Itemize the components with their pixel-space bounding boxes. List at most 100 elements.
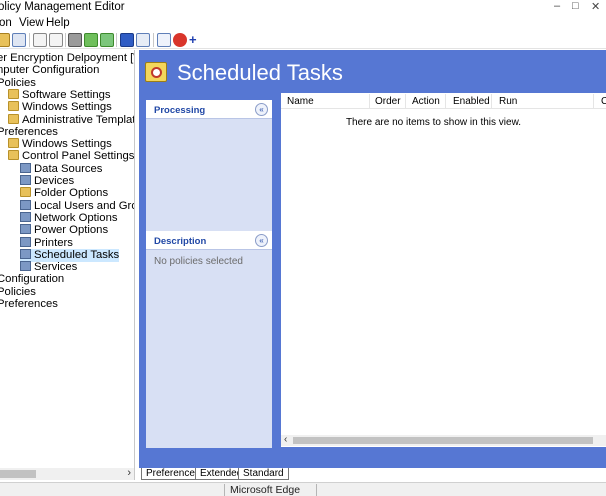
tree-item-label: Data Sources [34, 162, 103, 175]
tree-item-label: Printers [34, 236, 73, 249]
tree-item-label: Administrative Templates: Policy d [22, 113, 134, 126]
settings-item-icon [20, 248, 31, 259]
tree-item-label: Windows Settings [22, 138, 112, 151]
tree-item[interactable]: Policies [0, 77, 36, 90]
column-header-action[interactable]: Action [412, 96, 440, 107]
tree-item-label: Configuration [0, 273, 65, 286]
column-header-c[interactable]: C [601, 96, 606, 107]
console-tree-icon[interactable] [12, 33, 26, 47]
window-controls: – □ ✕ [546, 0, 606, 14]
menu-action[interactable]: on [0, 17, 12, 29]
tree-item[interactable]: Windows Settings [8, 101, 112, 114]
column-header-order[interactable]: Order [375, 96, 401, 107]
collapse-chevron-icon[interactable]: « [255, 234, 268, 247]
tree-item[interactable]: Administrative Templates: Policy d [8, 113, 134, 127]
column-header-name[interactable]: Name [287, 96, 314, 107]
description-panel-header: Description « [146, 231, 272, 250]
tree-item[interactable]: Printers [20, 236, 73, 250]
folder-icon[interactable] [0, 33, 10, 47]
list-header: Name Order Action Enabled Run C [281, 93, 606, 109]
title-bar: olicy Management Editor – □ ✕ [0, 0, 606, 16]
tree-item[interactable]: Power Options [20, 224, 108, 237]
details-pane: Scheduled Tasks Processing « Description… [139, 50, 606, 468]
new-icon[interactable] [157, 33, 171, 47]
tree-item-label: Scheduled Tasks [34, 248, 120, 261]
folder-icon [20, 187, 31, 198]
tree-item-label: Windows Settings [22, 101, 112, 114]
tree-item-label: Folder Options [34, 187, 109, 200]
items-list[interactable]: Name Order Action Enabled Run C There ar… [281, 93, 606, 447]
toolbar: + [0, 31, 606, 49]
tree-item-label: Software Settings [22, 88, 111, 101]
processing-panel-title: Processing [154, 105, 206, 116]
tree-item-label: Policies [0, 76, 36, 89]
folder-icon [8, 101, 19, 112]
tree-item[interactable]: Preferences [0, 126, 58, 139]
add-icon[interactable]: + [189, 33, 203, 47]
column-header-run[interactable]: Run [499, 96, 517, 107]
scroll-thumb[interactable] [293, 437, 593, 444]
tree-item[interactable]: Control Panel Settings [8, 150, 134, 163]
copy-icon[interactable] [33, 33, 47, 47]
tree-item[interactable]: Folder Options [20, 187, 108, 200]
delete-icon[interactable] [173, 33, 187, 47]
details-title: Scheduled Tasks [177, 60, 343, 85]
status-separator [316, 484, 317, 496]
export-icon[interactable] [100, 33, 114, 47]
tree-item[interactable]: Policies [0, 286, 36, 299]
settings-item-icon [20, 162, 31, 173]
empty-list-message: There are no items to show in this view. [345, 117, 522, 128]
tree-item-label: Power Options [34, 224, 109, 237]
tree-item[interactable]: Preferences [0, 298, 58, 311]
tree-item[interactable]: Scheduled Tasks [20, 248, 120, 262]
tree-item-label: Control Panel Settings [22, 150, 134, 163]
status-bar: Microsoft Edge [0, 482, 606, 496]
pane-splitter[interactable] [134, 50, 135, 480]
tree-item[interactable]: Software Settings [8, 88, 111, 102]
tree-item[interactable]: Configuration [0, 273, 64, 286]
scroll-thumb[interactable] [0, 470, 36, 478]
restore-button[interactable]: □ [572, 0, 579, 12]
tree-item[interactable]: nputer Configuration [0, 64, 99, 77]
tree-item[interactable]: Network Options [20, 211, 118, 225]
minimize-button[interactable]: – [554, 0, 560, 12]
tree-item[interactable]: Local Users and Groups [20, 199, 134, 213]
description-text: No policies selected [154, 256, 243, 267]
menu-help[interactable]: Help [46, 17, 70, 29]
tree-item[interactable]: er Encryption Delpoyment [WIN-MBS [0, 52, 134, 65]
scroll-left-icon[interactable]: ‹ [284, 434, 287, 445]
description-panel-title: Description [154, 236, 207, 247]
folder-icon [8, 113, 19, 124]
scroll-right-icon[interactable]: › [127, 467, 131, 479]
list-horizontal-scrollbar[interactable]: ‹ [281, 434, 606, 446]
help-icon[interactable] [120, 33, 134, 47]
tree-horizontal-scrollbar[interactable]: › [0, 467, 134, 480]
settings-item-icon [20, 236, 31, 247]
refresh-icon[interactable] [84, 33, 98, 47]
tree-item-label: nputer Configuration [0, 64, 100, 77]
toolbar-separator [116, 33, 117, 47]
print-icon[interactable] [68, 33, 82, 47]
tree-item[interactable]: Windows Settings [8, 138, 112, 151]
toolbar-separator [29, 33, 30, 47]
tree-item[interactable]: Devices [20, 175, 74, 188]
tree-item-label: Preferences [0, 298, 58, 310]
settings-item-icon [20, 211, 31, 222]
toolbar-separator [65, 33, 66, 47]
description-panel: Description « No policies selected [146, 231, 272, 448]
status-text: Microsoft Edge [230, 484, 301, 496]
view-tabs: Preferences Extended Standard [139, 468, 606, 481]
settings-item-icon [20, 199, 31, 210]
paste-icon[interactable] [49, 33, 63, 47]
collapse-chevron-icon[interactable]: « [255, 103, 268, 116]
tree-item[interactable]: Services [20, 261, 77, 274]
processing-panel-header: Processing « [146, 100, 272, 119]
column-header-enabled[interactable]: Enabled [453, 96, 490, 107]
folder-icon [8, 88, 19, 99]
tab-standard[interactable]: Standard [238, 468, 289, 480]
tree-item[interactable]: Data Sources [20, 162, 103, 176]
properties-icon[interactable] [136, 33, 150, 47]
console-tree: er Encryption Delpoyment [WIN-MBSnputer … [0, 50, 134, 470]
close-button[interactable]: ✕ [591, 0, 600, 13]
menu-view[interactable]: View [19, 17, 44, 29]
